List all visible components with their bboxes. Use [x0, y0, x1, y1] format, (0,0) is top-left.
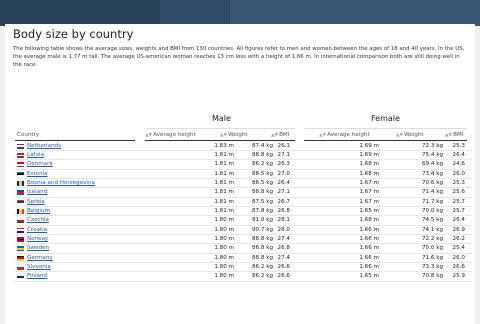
header-banner: [0, 0, 480, 26]
table-row: Iceland 1.81 m 88.8 kg 27.1 1.67 m 71.4 kg 25.…: [0, 188, 480, 198]
flag-icon: [17, 199, 24, 205]
header-country[interactable]: Country: [17, 131, 39, 139]
group-label-female: Female: [371, 114, 400, 123]
sort-icon: ▲▼: [445, 133, 453, 138]
sort-icon: ▲▼: [396, 133, 404, 138]
group-divider-male: [145, 128, 295, 129]
table-row: Belgium 1.81 m 87.8 kg 26.8 1.65 m 70.0 kg 25.…: [0, 207, 480, 217]
flag-icon: [17, 208, 24, 214]
table-row: Netherlands 1.83 m 87.4 kg 26.1 1.69 m 72.3 k…: [0, 142, 480, 151]
table-row: Denmark 1.81 m 86.2 kg 26.3 1.68 m 69.4 kg 24.…: [0, 160, 480, 170]
flag-icon: [17, 274, 24, 280]
flag-icon: [17, 152, 24, 158]
flag-icon: [17, 180, 24, 186]
table-row: Latvia 1.81 m 88.8 kg 27.1 1.69 m 75.4 kg 26.4: [0, 151, 480, 161]
group-label-male: Male: [212, 114, 231, 123]
flag-icon: [17, 255, 24, 261]
header-male-bmi[interactable]: ▲▼BMI: [271, 131, 289, 139]
banner-shade-right: [230, 0, 480, 26]
row-divider: [15, 280, 472, 282]
flag-icon: [17, 227, 24, 233]
flag-icon: [17, 162, 24, 168]
table-row: Germany 1.80 m 88.8 kg 27.4 1.66 m 71.6 kg 26.…: [0, 254, 480, 264]
header-female-weight[interactable]: ▲▼Weight: [396, 131, 424, 139]
table-row: Czechia 1.80 m 91.0 kg 28.1 1.68 m 74.5 kg 26.…: [0, 216, 480, 226]
flag-icon: [17, 265, 24, 271]
table-row: Estonia 1.81 m 88.5 kg 27.0 1.68 m 73.4 kg 26.…: [0, 170, 480, 179]
sort-icon: ▲▼: [220, 133, 228, 138]
table-row: Slovenia 1.80 m 86.2 kg 26.6 1.66 m 73.3 kg 26…: [0, 263, 480, 273]
intro-text: The following table shows the average si…: [13, 46, 465, 68]
page-title: Body size by country: [13, 27, 134, 41]
table-row: Croatia 1.80 m 90.7 kg 28.0 1.66 m 74.1 kg 26.…: [0, 226, 480, 236]
flag-icon: [17, 237, 24, 242]
flag-icon: [17, 171, 24, 177]
banner-shade-left: [0, 0, 160, 26]
table-row: Sweden 1.80 m 86.8 kg 26.8 1.66 m 70.0 kg 25.4: [0, 244, 480, 254]
header-male-weight[interactable]: ▲▼Weight: [220, 131, 248, 139]
flag-icon: [17, 246, 24, 252]
sort-icon: ▲▼: [271, 133, 279, 138]
header-female-bmi[interactable]: ▲▼BMI: [445, 131, 463, 139]
header-female-height[interactable]: ▲▼Average height: [319, 131, 370, 139]
table-row: Finland 1.80 m 86.2 kg 26.6 1.65 m 70.8 kg 25.…: [0, 272, 480, 282]
table-row: Serbia 1.81 m 87.5 kg 26.7 1.67 m 71.7 kg 25.7: [0, 198, 480, 207]
table-row: Bosnia and Herzegovina 1.81 m 86.5 kg 26.4 1…: [0, 179, 480, 189]
flag-icon: [17, 218, 24, 224]
header-male-height[interactable]: ▲▼Average height: [145, 131, 196, 139]
sort-icon: ▲▼: [319, 133, 327, 138]
sort-icon: ▲▼: [145, 133, 153, 138]
flag-icon: [17, 190, 24, 196]
group-divider-female: [304, 128, 467, 129]
flag-icon: [17, 143, 24, 149]
table-row: Norway 1.80 m 88.8 kg 27.4 1.66 m 72.2 kg 26.2: [0, 235, 480, 245]
